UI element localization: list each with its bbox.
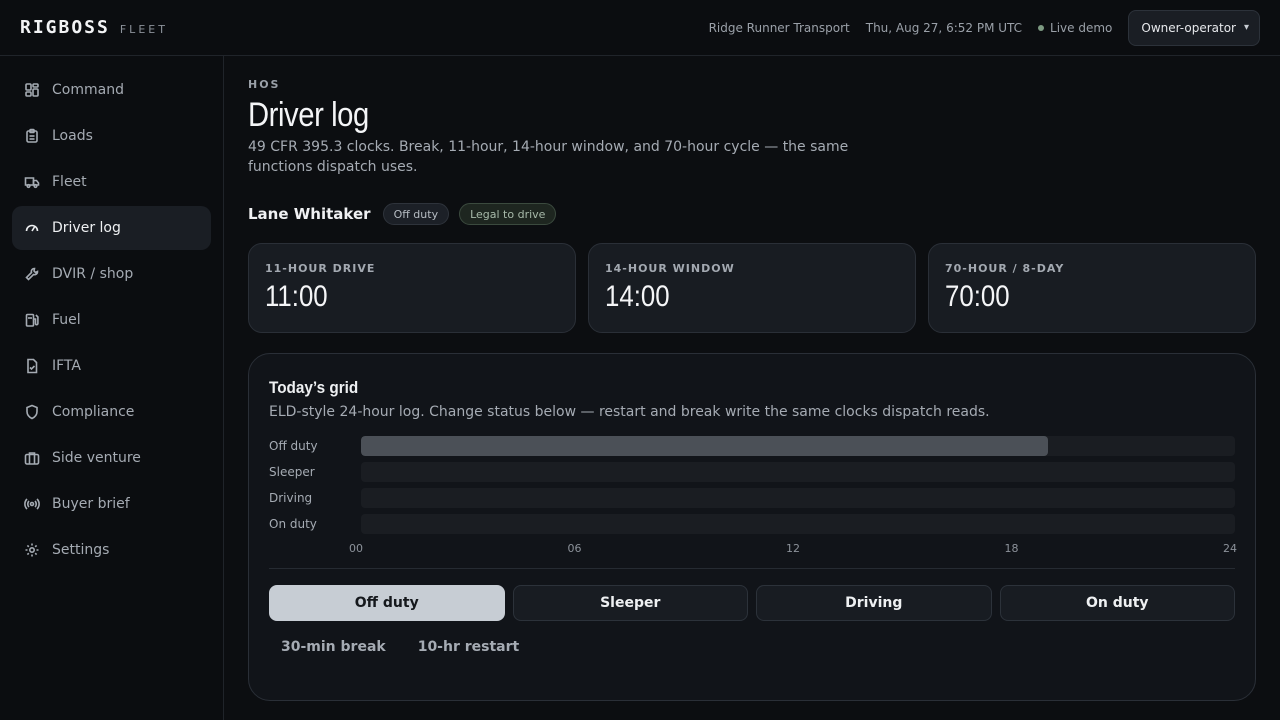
sidebar: Command Loads Fleet Driver log DVIR / sh… [0, 56, 224, 720]
hour-tick: 06 [567, 542, 582, 555]
clock-value: 11:00 [265, 280, 328, 313]
page-title: Driver log [248, 96, 369, 134]
track-bar [361, 462, 1235, 482]
sidebar-item-fleet[interactable]: Fleet [12, 160, 211, 204]
sidebar-item-ifta[interactable]: IFTA [12, 344, 211, 388]
sidebar-item-label: Settings [52, 542, 110, 558]
shield-icon [26, 404, 38, 420]
on-duty-button[interactable]: On duty [999, 585, 1235, 621]
clock-label: 14-HOUR WINDOW [605, 262, 735, 275]
track-label: Sleeper [269, 465, 315, 479]
page-description: 49 CFR 395.3 clocks. Break, 11-hour, 14-… [248, 139, 849, 175]
sleeper-button[interactable]: Sleeper [512, 585, 748, 621]
sidebar-item-label: DVIR / shop [52, 266, 134, 282]
clock-card-14-hour: 14-HOUR WINDOW 14:00 [588, 243, 916, 333]
clock-label: 70-HOUR / 8-DAY [945, 262, 1065, 275]
current-datetime: Thu, Aug 27, 6:52 PM UTC [865, 20, 1023, 35]
clock-card-70-hour: 70-HOUR / 8-DAY 70:00 [928, 243, 1256, 333]
grid-title: Today’s grid [269, 378, 359, 397]
sidebar-item-label: Driver log [52, 220, 121, 236]
hour-tick: 18 [1004, 542, 1019, 555]
track-label: Driving [269, 491, 313, 505]
role-select-value: Owner-operator [1141, 20, 1236, 35]
grid-subtitle: ELD-style 24-hour log. Change status bel… [269, 404, 990, 420]
company-name: Ridge Runner Transport [708, 20, 850, 35]
track-row-on-duty: On duty [269, 514, 1235, 534]
top-bar: RIGBOSS FLEET Ridge Runner Transport Thu… [0, 0, 1280, 56]
track-label: On duty [269, 517, 317, 531]
dashboard-icon [25, 83, 39, 97]
truck-icon [24, 177, 40, 189]
header-info: Ridge Runner Transport Thu, Aug 27, 6:52… [708, 9, 1260, 46]
clipboard-icon [26, 128, 38, 143]
page-eyebrow: HOS [248, 78, 281, 91]
track-segment [361, 436, 1049, 456]
sidebar-item-compliance[interactable]: Compliance [12, 390, 211, 434]
track-row-driving: Driving [269, 488, 1235, 508]
track-bar [361, 488, 1235, 508]
brand-sub: FLEET [119, 23, 168, 36]
track-row-sleeper: Sleeper [269, 462, 1235, 482]
sidebar-item-driver-log[interactable]: Driver log [12, 206, 211, 250]
restart-button[interactable]: 10-hr restart [406, 629, 532, 665]
track-bar [361, 436, 1235, 456]
fuel-pump-icon [25, 313, 39, 327]
divider [269, 568, 1235, 569]
log-grid: Off duty Sleeper Driving On duty 00 06 1… [269, 436, 1237, 558]
brand-name: RIGBOSS [20, 17, 110, 38]
sidebar-item-label: Fleet [52, 174, 87, 190]
hour-axis: 00 06 12 18 24 [269, 540, 1237, 558]
todays-grid-card: Today’s grid ELD-style 24-hour log. Chan… [248, 353, 1256, 701]
break-button[interactable]: 30-min break [269, 629, 398, 665]
file-check-icon [27, 358, 38, 374]
track-row-off-duty: Off duty [269, 436, 1235, 456]
off-duty-button[interactable]: Off duty [269, 585, 505, 621]
wrench-icon [25, 267, 39, 281]
clock-card-11-hour: 11-HOUR DRIVE 11:00 [248, 243, 576, 333]
sidebar-item-command[interactable]: Command [12, 68, 211, 112]
sidebar-item-label: Side venture [52, 450, 141, 466]
briefcase-icon [24, 452, 40, 465]
live-label: Live demo [1050, 20, 1113, 35]
hour-tick: 12 [786, 542, 800, 555]
live-indicator: Live demo [1038, 21, 1112, 35]
status-badge: Off duty [382, 203, 450, 225]
clock-value: 70:00 [945, 280, 1010, 313]
hos-clocks: 11-HOUR DRIVE 11:00 14-HOUR WINDOW 14:00… [248, 243, 1256, 333]
sidebar-item-fuel[interactable]: Fuel [12, 298, 211, 342]
track-label: Off duty [269, 439, 318, 453]
sidebar-item-loads[interactable]: Loads [12, 114, 211, 158]
sidebar-item-label: IFTA [52, 358, 81, 374]
gauge-icon [25, 224, 39, 232]
live-dot-icon [1038, 24, 1045, 31]
broadcast-icon [24, 498, 40, 510]
clock-value: 14:00 [605, 280, 670, 313]
brand-logo[interactable]: RIGBOSS FLEET [20, 17, 168, 38]
chevron-down-icon: ▾ [1243, 22, 1249, 33]
sidebar-item-label: Fuel [52, 312, 81, 328]
sidebar-item-label: Command [52, 82, 124, 98]
sidebar-item-dvir-shop[interactable]: DVIR / shop [12, 252, 211, 296]
driver-header: Lane Whitaker Off duty Legal to drive [248, 203, 1256, 225]
gear-icon [25, 543, 39, 557]
hour-tick: 00 [349, 542, 363, 555]
legal-badge: Legal to drive [459, 203, 557, 225]
clock-label: 11-HOUR DRIVE [265, 262, 376, 275]
sidebar-item-buyer-brief[interactable]: Buyer brief [12, 482, 211, 526]
sidebar-item-side-venture[interactable]: Side venture [12, 436, 211, 480]
sidebar-item-label: Compliance [52, 404, 135, 420]
driver-name: Lane Whitaker [248, 205, 371, 223]
clock-actions: 30-min break 10-hr restart [269, 629, 1235, 665]
sidebar-item-label: Loads [52, 128, 93, 144]
sidebar-item-label: Buyer brief [52, 496, 130, 512]
driving-button[interactable]: Driving [756, 585, 992, 621]
hour-tick: 24 [1223, 542, 1237, 555]
track-bar [361, 514, 1235, 534]
duty-status-buttons: Off duty Sleeper Driving On duty [269, 585, 1235, 621]
sidebar-item-settings[interactable]: Settings [12, 528, 211, 572]
main-content: HOS Driver log 49 CFR 395.3 clocks. Brea… [248, 56, 1256, 701]
role-select[interactable]: Owner-operator ▾ [1128, 9, 1260, 46]
